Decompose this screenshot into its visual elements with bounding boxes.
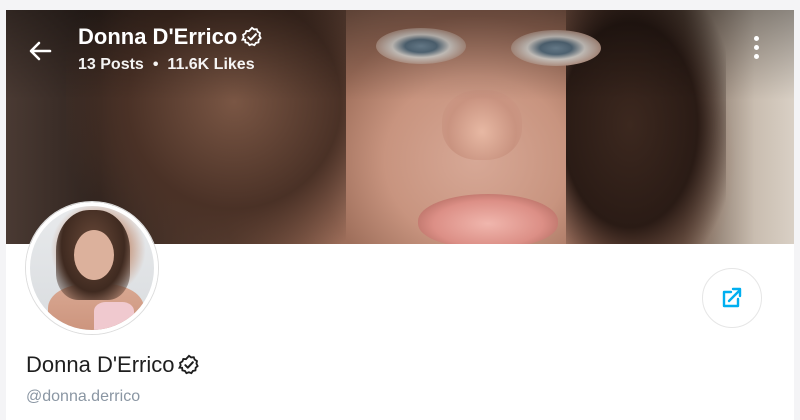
profile-name-text: Donna D'Errico: [26, 352, 175, 377]
stats-separator: •: [152, 56, 159, 73]
header-info: Donna D'Errico 13 Posts • 11.6K Likes: [78, 24, 263, 74]
share-icon: [722, 287, 742, 308]
more-vertical-icon: [753, 36, 759, 41]
header-stats: 13 Posts • 11.6K Likes: [78, 56, 263, 74]
verified-badge-icon: [178, 354, 200, 375]
profile-name: Donna D'Errico: [26, 352, 200, 378]
more-options-button[interactable]: [748, 36, 764, 62]
profile-page: Donna D'Errico 13 Posts • 11.6K Likes Do…: [6, 10, 794, 420]
header-name: Donna D'Errico: [78, 24, 238, 49]
verified-badge-icon: [241, 26, 263, 47]
profile-handle: @donna.derrico: [26, 388, 141, 405]
back-button[interactable]: [26, 36, 56, 66]
avatar[interactable]: [26, 202, 158, 334]
posts-count: 13 Posts: [78, 56, 144, 73]
header-title: Donna D'Errico: [78, 24, 263, 50]
likes-count: 11.6K Likes: [167, 56, 255, 73]
arrow-left-icon: [29, 41, 52, 61]
share-button[interactable]: [702, 268, 762, 328]
